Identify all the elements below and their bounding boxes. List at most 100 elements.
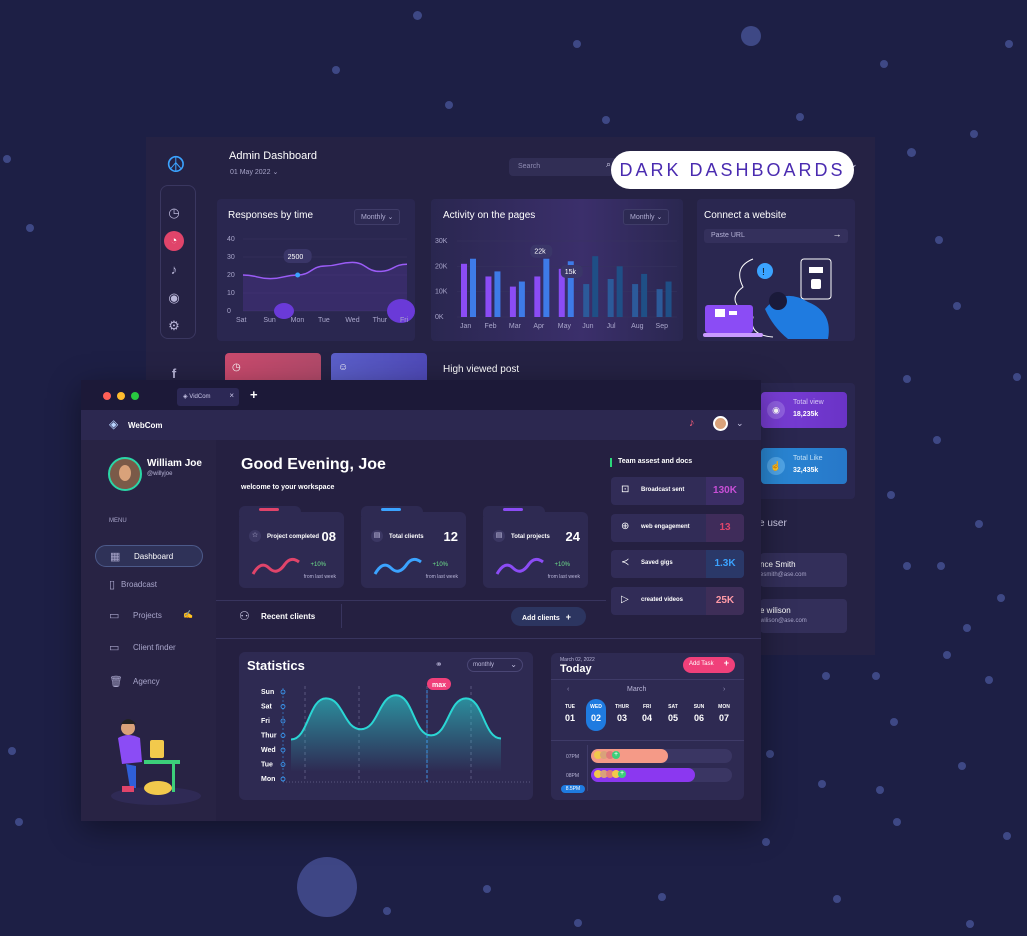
bar bbox=[632, 284, 639, 317]
facebook-icon[interactable]: f bbox=[167, 366, 181, 381]
calendar-day[interactable]: SAT 05 bbox=[663, 704, 683, 723]
project-completed-card[interactable]: ☆ Project completed 08 +10% from last we… bbox=[239, 506, 344, 588]
activity-card: Activity on the pages Monthly ⌄ 30K 20K 10… bbox=[431, 199, 683, 341]
briefcase-icon: ▤ bbox=[371, 530, 383, 542]
team-row-broadcast[interactable]: ⊡ Broadcast sent 130K bbox=[611, 477, 744, 505]
responses-line-chart: 40 30 20 10 0 2500 Sat Sun Mon Tue Wed Thur Fri bbox=[227, 236, 415, 324]
sidebar-item-projects[interactable]: ▭ Projects ✍ bbox=[95, 605, 203, 627]
calendar-day[interactable]: SUN 06 bbox=[689, 704, 709, 723]
user-row[interactable]: nce Smith esmith@ase.com bbox=[760, 553, 847, 587]
calendar-day[interactable]: TUE 01 bbox=[560, 704, 580, 723]
prev-month-icon[interactable]: ‹ bbox=[567, 686, 569, 693]
bell-icon[interactable]: ♪ bbox=[689, 417, 695, 429]
bar bbox=[616, 266, 623, 317]
plus-icon: + bbox=[565, 612, 571, 622]
activity-period-dropdown[interactable]: Monthly ⌄ bbox=[623, 209, 670, 225]
statistics-period-dropdown[interactable]: monthly ⌄ bbox=[467, 658, 523, 672]
total-like-label: Total Like bbox=[793, 455, 823, 462]
total-clients-card[interactable]: ▤ Total clients 12 +10% from last week bbox=[361, 506, 466, 588]
divider bbox=[216, 638, 761, 639]
next-month-icon[interactable]: › bbox=[723, 686, 725, 693]
new-tab-button[interactable]: + bbox=[250, 387, 258, 402]
task-bar[interactable]: + bbox=[591, 749, 668, 763]
time-label: 07PM bbox=[566, 754, 580, 760]
folder-icon: ▭ bbox=[109, 610, 120, 622]
app-header: ◈ WebCom ♪ ⌄ bbox=[81, 410, 761, 440]
menu-label: MENU bbox=[109, 518, 127, 524]
connect-title: Connect a website bbox=[704, 210, 787, 221]
user-icon[interactable]: ◉ bbox=[167, 290, 181, 306]
add-task-button[interactable]: Add Task + bbox=[683, 657, 735, 673]
divider bbox=[341, 604, 342, 628]
calendar-day[interactable]: MON 07 bbox=[714, 704, 734, 723]
eye-icon: ◉ bbox=[767, 401, 785, 419]
bar bbox=[470, 258, 476, 317]
chart-icon[interactable]: ◔ bbox=[164, 231, 184, 251]
task-bar[interactable]: + bbox=[591, 768, 695, 782]
admin-date[interactable]: 01 May 2022 ⌄ bbox=[230, 168, 278, 176]
team-row-web-engagement[interactable]: ⊕ web engagement 13 bbox=[611, 514, 744, 542]
calendar-today: Today bbox=[560, 663, 592, 675]
stat-card-pink: ◷ bbox=[225, 353, 321, 383]
current-time-badge: 8.5PM bbox=[561, 785, 585, 793]
bar bbox=[656, 289, 663, 317]
team-row-saved-gigs[interactable]: ≺ Saved gigs 1.3K bbox=[611, 550, 744, 578]
arrow-right-icon[interactable]: → bbox=[826, 229, 848, 243]
responses-title: Responses by time bbox=[228, 210, 314, 221]
tooltip-text: 22k bbox=[534, 249, 546, 256]
sidebar-item-broadcast[interactable]: ▯ Broadcast bbox=[95, 574, 203, 596]
user-handle: @willyjoe bbox=[147, 471, 173, 477]
layers-icon: ◈ bbox=[183, 394, 188, 400]
activity-bar-chart: 30K 20K 10K 0K Jan Feb Mar Apr May Jun Jul Aug Sep 22… bbox=[435, 238, 677, 330]
total-view-label: Total view bbox=[793, 399, 824, 406]
team-row-created-videos[interactable]: ▷ created videos 25K bbox=[611, 587, 744, 615]
bell-icon[interactable]: ♪ bbox=[167, 262, 181, 277]
responses-period-dropdown[interactable]: Monthly ⌄ bbox=[354, 209, 401, 225]
total-projects-card[interactable]: ▤ Total projects 24 +10% from last week bbox=[483, 506, 588, 588]
add-clients-button[interactable]: Add clients + bbox=[511, 607, 586, 626]
sidebar-item-client-finder[interactable]: ▭ Client finder bbox=[95, 637, 203, 659]
series-area bbox=[291, 695, 501, 772]
grid-icon: ▦ bbox=[110, 551, 121, 563]
responses-card: Responses by time Monthly ⌄ 40 30 20 10 0 250… bbox=[217, 199, 415, 341]
calendar-day-selected[interactable]: WED 02 bbox=[586, 699, 606, 731]
minimize-window-button[interactable] bbox=[117, 392, 125, 400]
connect-card: Connect a website Paste URL → ! bbox=[697, 199, 855, 341]
admin-search-input[interactable]: Search bbox=[509, 158, 619, 176]
card-note: from last week bbox=[303, 574, 336, 580]
sidebar-item-agency[interactable]: 🗑 Agency bbox=[95, 671, 203, 693]
x-tick-label: Jul bbox=[607, 323, 616, 330]
tooltip-text: 15k bbox=[565, 269, 577, 276]
y-tick-label: 10 bbox=[227, 290, 235, 297]
close-tab-icon[interactable]: × bbox=[229, 391, 234, 400]
folder-search-icon: ▭ bbox=[109, 642, 120, 654]
sidebar: William Joe @willyjoe MENU ▦ Dashboard ▯ B… bbox=[81, 440, 216, 821]
avatar[interactable] bbox=[713, 416, 728, 431]
chevron-down-icon[interactable]: ⌄ bbox=[736, 418, 744, 429]
chevron-down-icon: ⌄ bbox=[272, 169, 279, 176]
maximize-window-button[interactable] bbox=[131, 392, 139, 400]
star-icon: ☆ bbox=[249, 530, 261, 542]
card-value: 24 bbox=[565, 529, 580, 544]
statistics-chart: Sun Sat Fri Thur Wed Tue Mon max bbox=[261, 678, 531, 783]
y-label: Wed bbox=[261, 747, 276, 754]
clock-icon[interactable]: ◷ bbox=[167, 205, 181, 221]
close-window-button[interactable] bbox=[103, 392, 111, 400]
bar bbox=[583, 284, 590, 317]
sidebar-item-dashboard[interactable]: ▦ Dashboard bbox=[95, 545, 203, 567]
calendar-day[interactable]: THUR 03 bbox=[612, 704, 632, 723]
x-tick-label: Jan bbox=[460, 323, 471, 330]
x-tick-label: Mar bbox=[509, 323, 522, 330]
calendar-day[interactable]: FRI 04 bbox=[637, 704, 657, 723]
gear-icon[interactable]: ⚙ bbox=[167, 318, 181, 334]
statistics-title: Statistics bbox=[247, 658, 305, 673]
link-icon[interactable]: ⚭ bbox=[435, 659, 443, 670]
divider bbox=[551, 679, 744, 680]
card-label: Total projects bbox=[511, 534, 550, 540]
browser-tab[interactable]: ◈ VidCom × bbox=[177, 388, 239, 406]
user-row[interactable]: e wilison wilison@ase.com bbox=[760, 599, 847, 633]
user-avatar[interactable] bbox=[108, 457, 142, 491]
card-note: from last week bbox=[547, 574, 580, 580]
bar bbox=[641, 273, 648, 317]
highlight-point bbox=[295, 272, 301, 278]
